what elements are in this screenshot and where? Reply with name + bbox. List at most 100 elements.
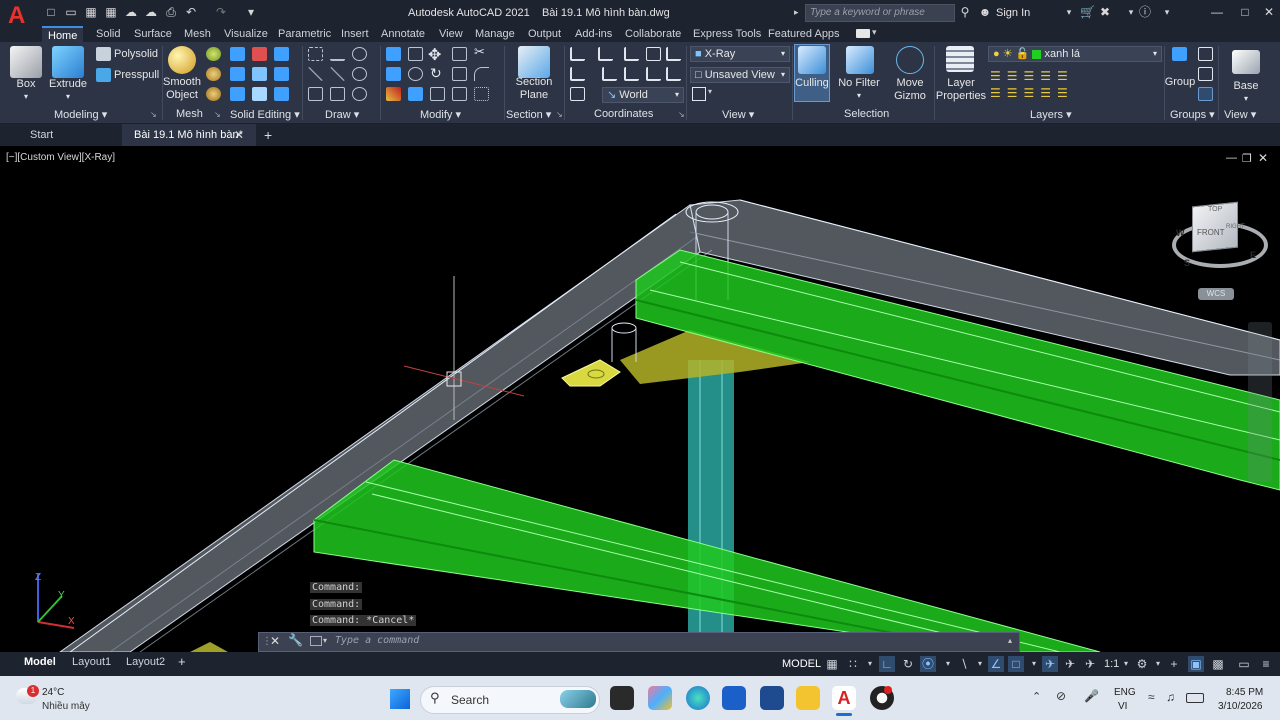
panel-mesh-label[interactable]: Mesh bbox=[176, 108, 203, 122]
volume-icon[interactable]: ♫ bbox=[1166, 690, 1175, 704]
auto-scale-icon[interactable]: ✈ bbox=[1062, 656, 1078, 672]
tab-collaborate[interactable]: Collaborate bbox=[619, 26, 687, 42]
command-input[interactable]: Type a command bbox=[335, 635, 419, 646]
separate-icon[interactable] bbox=[274, 87, 289, 101]
ucs-3point-icon[interactable] bbox=[646, 67, 661, 81]
fillet-icon[interactable] bbox=[474, 67, 489, 81]
viewcube-top-face[interactable]: TOP bbox=[1208, 206, 1222, 213]
compass-west[interactable]: W bbox=[1176, 228, 1185, 238]
object-snap-icon[interactable]: □ bbox=[1008, 656, 1024, 672]
viewcube-front-face[interactable]: FRONT bbox=[1197, 228, 1225, 237]
polar-dropdown-icon[interactable]: ▾ bbox=[940, 656, 956, 672]
section-plane-icon[interactable] bbox=[518, 46, 550, 78]
no-filter-icon[interactable] bbox=[846, 46, 874, 74]
subtract-icon[interactable] bbox=[252, 47, 267, 61]
extrude-icon[interactable] bbox=[52, 46, 84, 78]
ellipse-icon[interactable] bbox=[352, 87, 367, 101]
ribbon-options-icon[interactable]: ▾ bbox=[872, 27, 877, 38]
annotation-monitor-icon[interactable]: + bbox=[1166, 656, 1182, 672]
mirror-icon[interactable] bbox=[386, 47, 401, 61]
culling-label[interactable]: Culling bbox=[792, 77, 832, 90]
file-explorer-icon[interactable] bbox=[796, 686, 820, 710]
explode-icon[interactable] bbox=[430, 87, 445, 101]
rectangle-icon[interactable] bbox=[330, 87, 345, 101]
autocad-taskbar-icon[interactable]: A bbox=[832, 686, 856, 710]
thicken-icon[interactable] bbox=[252, 67, 267, 81]
close-icon[interactable]: ✕ bbox=[1262, 5, 1276, 19]
layer-dropdown[interactable]: ● ☀ 🔓 xanh lá ▾ bbox=[988, 46, 1162, 62]
move-gizmo-label-2[interactable]: Gizmo bbox=[888, 90, 932, 103]
undo-icon[interactable]: ↶ bbox=[184, 5, 198, 19]
ucs-world-dropdown[interactable]: ↘ World ▾ bbox=[602, 87, 684, 103]
command-close-icon[interactable]: ✕ bbox=[270, 634, 280, 648]
wcs-menu[interactable]: WCS bbox=[1198, 288, 1234, 300]
intersect-icon[interactable] bbox=[230, 87, 245, 101]
tray-chevron-icon[interactable]: ⌃ bbox=[1032, 690, 1041, 703]
compass-east[interactable]: E bbox=[1250, 250, 1256, 260]
windows-start-icon[interactable] bbox=[390, 689, 410, 709]
annotation-scale-icon[interactable]: ✈ bbox=[1082, 656, 1098, 672]
tab-parametric[interactable]: Parametric bbox=[272, 26, 337, 42]
task-view-icon[interactable] bbox=[610, 686, 634, 710]
ucs-origin-icon[interactable] bbox=[602, 67, 617, 81]
new-tab-icon[interactable]: + bbox=[264, 127, 272, 143]
polar-tracking-icon[interactable]: ⦿ bbox=[920, 656, 936, 672]
help-icon[interactable]: ⓘ bbox=[1138, 5, 1152, 19]
plot-icon[interactable]: ⎙ bbox=[164, 5, 178, 19]
save-web-icon[interactable]: ☁ bbox=[144, 5, 158, 19]
ungroup-icon[interactable] bbox=[1198, 47, 1213, 61]
viewport-config-icon[interactable] bbox=[692, 87, 706, 101]
panel-groups-label[interactable]: Groups ▾ bbox=[1170, 108, 1215, 122]
search-highlight-icon[interactable] bbox=[560, 690, 596, 708]
box-icon[interactable] bbox=[10, 46, 42, 78]
edge-icon[interactable] bbox=[686, 686, 710, 710]
redo-icon[interactable]: ↷ bbox=[214, 5, 228, 19]
panel-view2-label[interactable]: View ▾ bbox=[1224, 108, 1256, 122]
isometric-dropdown-icon[interactable]: ▾ bbox=[972, 656, 988, 672]
panel-selection-label[interactable]: Selection bbox=[844, 108, 889, 122]
clean-screen-icon[interactable]: ▭ bbox=[1236, 656, 1252, 672]
tab-annotate[interactable]: Annotate bbox=[375, 26, 431, 42]
smooth-object-label-1[interactable]: Smooth bbox=[160, 76, 204, 89]
ortho-icon[interactable]: ∟ bbox=[879, 656, 895, 672]
panel-modify-label[interactable]: Modify ▾ bbox=[420, 108, 461, 122]
mesh-smooth-more-icon[interactable] bbox=[206, 67, 221, 81]
polysolid-icon[interactable] bbox=[96, 47, 111, 61]
panel-view-label[interactable]: View ▾ bbox=[722, 108, 754, 122]
store-icon[interactable] bbox=[722, 686, 746, 710]
arc-icon[interactable] bbox=[352, 47, 367, 61]
cart-icon[interactable]: 🛒 bbox=[1080, 5, 1095, 19]
group-label[interactable]: Group bbox=[1164, 76, 1196, 89]
polygon-icon[interactable] bbox=[308, 87, 323, 101]
rotate3d-icon[interactable] bbox=[408, 47, 423, 61]
viewcube-right-face[interactable]: RIGHT bbox=[1226, 224, 1245, 230]
group-selection-icon[interactable] bbox=[1198, 87, 1213, 101]
tab-featured-apps[interactable]: Featured Apps bbox=[762, 26, 846, 42]
array-icon[interactable] bbox=[474, 87, 489, 101]
smooth-object-icon[interactable] bbox=[168, 46, 196, 74]
circle-icon[interactable] bbox=[352, 67, 367, 81]
offset-icon[interactable] bbox=[452, 87, 467, 101]
compass-south[interactable]: S bbox=[1184, 258, 1190, 268]
ucs-face-icon[interactable] bbox=[646, 47, 661, 61]
command-customize-icon[interactable]: 🔧 bbox=[288, 633, 303, 647]
ucs-object-icon[interactable] bbox=[666, 47, 681, 61]
layout-tab-model[interactable]: Model bbox=[18, 654, 62, 670]
exchange-icon[interactable]: ✖ bbox=[1098, 5, 1112, 19]
slice-icon[interactable] bbox=[230, 67, 245, 81]
sign-in-button[interactable]: Sign In bbox=[996, 7, 1030, 19]
layer-tools-icon-grid[interactable]: ☰☰☰☰☰ ☰☰☰☰☰ bbox=[990, 68, 1090, 102]
navigation-bar[interactable] bbox=[1248, 322, 1272, 482]
customization-icon[interactable]: ≡ bbox=[1258, 656, 1274, 672]
snap-dropdown-icon[interactable]: ▾ bbox=[862, 656, 878, 672]
tab-solid[interactable]: Solid bbox=[90, 26, 126, 42]
panel-section-label[interactable]: Section ▾ bbox=[506, 108, 551, 122]
language-indicator[interactable]: ENG bbox=[1114, 687, 1136, 698]
tab-insert[interactable]: Insert bbox=[335, 26, 375, 42]
layer-properties-icon[interactable] bbox=[946, 46, 974, 72]
tab-express-tools[interactable]: Express Tools bbox=[687, 26, 767, 42]
tray-network-off-icon[interactable]: ⊘ bbox=[1056, 689, 1066, 703]
move-gizmo-icon[interactable] bbox=[896, 46, 924, 74]
stretch-icon[interactable] bbox=[408, 67, 423, 81]
base-view-dropdown-icon[interactable]: ▾ bbox=[1226, 92, 1266, 105]
